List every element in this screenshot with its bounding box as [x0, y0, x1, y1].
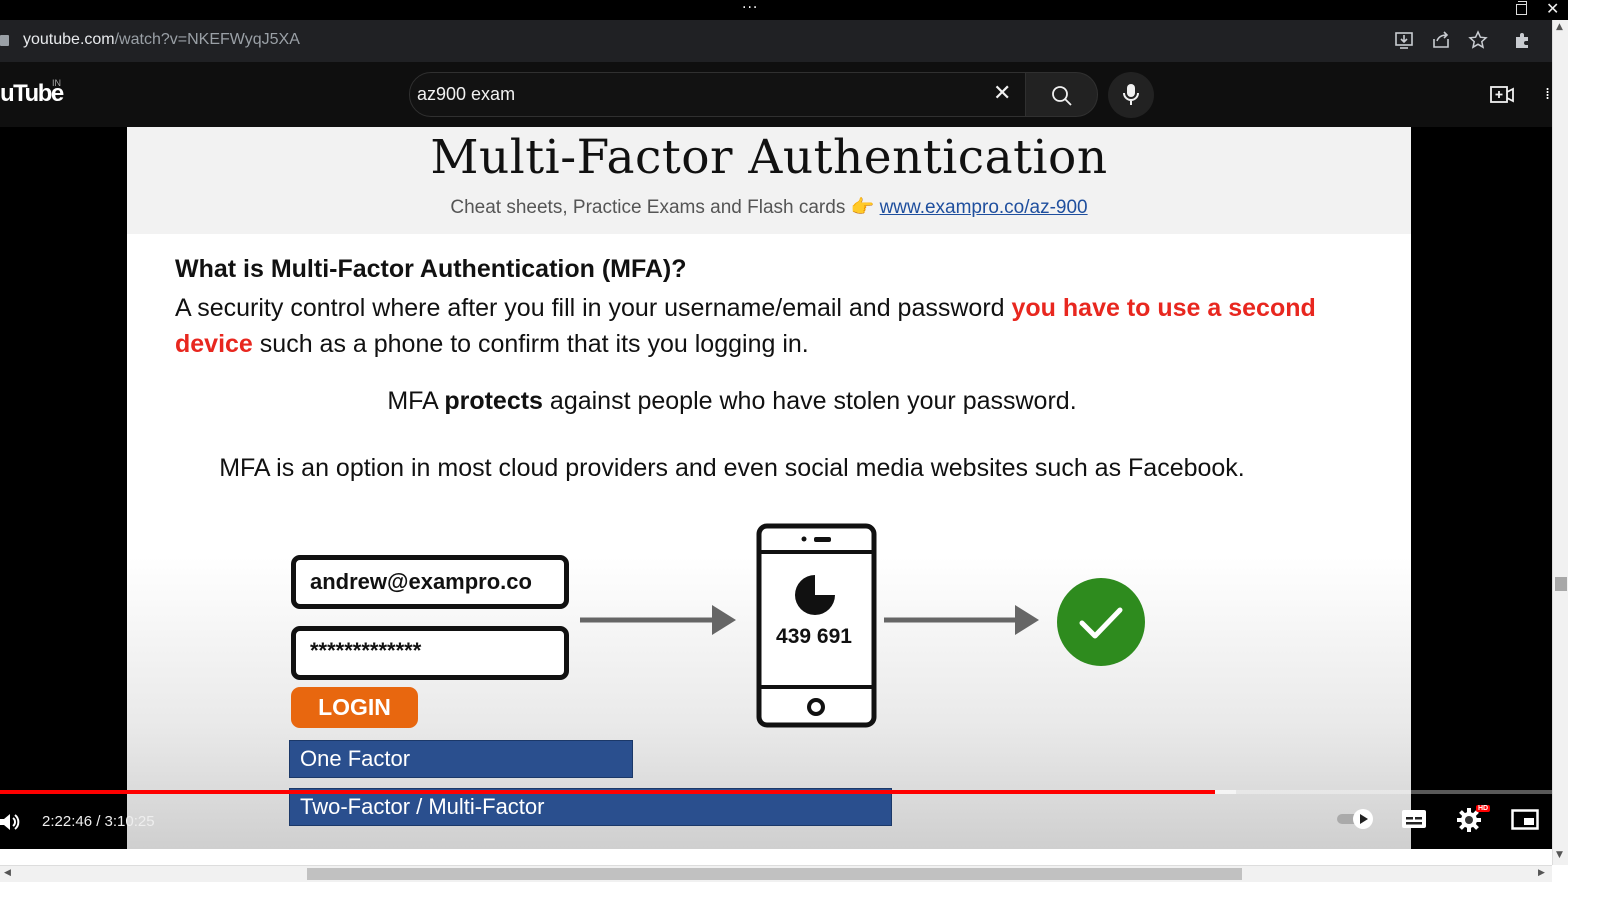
- horizontal-scrollbar[interactable]: ◀ ▶: [0, 865, 1552, 882]
- volume-icon[interactable]: [0, 811, 22, 833]
- miniplayer-icon[interactable]: [1511, 807, 1539, 831]
- subtitles-icon[interactable]: [1401, 807, 1427, 831]
- one-factor-bar: One Factor: [289, 740, 633, 778]
- check-icon: [1057, 578, 1145, 666]
- slide-frame: Multi-Factor Authentication Cheat sheets…: [127, 127, 1411, 849]
- phone-code: 439 691: [776, 625, 852, 648]
- scroll-up-arrow[interactable]: ▲: [1556, 22, 1563, 32]
- phone-icon: 439 691: [756, 523, 877, 728]
- hd-badge: HD: [1476, 805, 1491, 812]
- vertical-scrollbar[interactable]: ▲ ▼: [1552, 20, 1568, 865]
- arrow-to-check: [884, 605, 1039, 635]
- share-icon[interactable]: [1431, 30, 1451, 50]
- url-field[interactable]: youtube.com/watch?v=NKEFWyqJ5XA: [23, 31, 300, 49]
- install-icon[interactable]: [1394, 30, 1414, 50]
- restore-window-icon[interactable]: [1516, 1, 1527, 15]
- window-title-bar: ··· ✕: [0, 0, 1568, 20]
- address-bar: youtube.com/watch?v=NKEFWyqJ5XA: [0, 20, 1568, 62]
- bookmark-star-icon[interactable]: [1468, 30, 1488, 50]
- youtube-header: uTube IN az900 exam ✕ ⁞: [0, 62, 1568, 127]
- microphone-icon: [1123, 84, 1139, 105]
- video-player[interactable]: Multi-Factor Authentication Cheat sheets…: [0, 127, 1552, 849]
- search-button[interactable]: [1026, 72, 1098, 117]
- window-menu-dots[interactable]: ···: [742, 0, 758, 16]
- bottom-blank-area: [0, 882, 1600, 914]
- autoplay-toggle[interactable]: [1336, 807, 1376, 831]
- scroll-down-arrow[interactable]: ▼: [1556, 850, 1563, 860]
- notifications-partial-icon[interactable]: ⁞: [1545, 84, 1550, 103]
- horizontal-scroll-thumb[interactable]: [307, 868, 1242, 880]
- arrow-to-phone: [580, 605, 736, 635]
- close-window-icon[interactable]: ✕: [1546, 0, 1559, 18]
- voice-search-button[interactable]: [1108, 72, 1154, 118]
- progress-played[interactable]: [0, 790, 1215, 794]
- scroll-right-arrow[interactable]: ▶: [1538, 868, 1545, 878]
- lock-icon[interactable]: [0, 35, 9, 46]
- search-query: az900 exam: [417, 84, 516, 104]
- create-video-icon[interactable]: [1490, 84, 1514, 106]
- clear-search-icon[interactable]: ✕: [993, 82, 1011, 106]
- region-code: IN: [52, 78, 61, 88]
- time-display: 2:22:46 / 3:10:25: [42, 813, 155, 830]
- scroll-left-arrow[interactable]: ◀: [4, 868, 11, 878]
- url-path: /watch?v=NKEFWyqJ5XA: [114, 31, 300, 48]
- search-input[interactable]: az900 exam ✕: [409, 72, 1026, 117]
- extensions-icon[interactable]: [1513, 30, 1533, 50]
- right-blank-area: [1568, 0, 1600, 914]
- search-icon: [1052, 86, 1072, 106]
- url-host: youtube.com: [23, 31, 115, 48]
- vertical-scroll-thumb[interactable]: [1555, 577, 1567, 591]
